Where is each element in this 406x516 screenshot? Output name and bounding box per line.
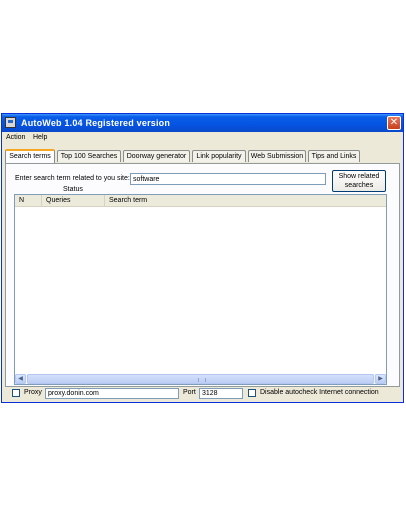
disable-autocheck-checkbox[interactable] xyxy=(248,389,256,397)
results-list[interactable]: N Queries Search term ◀ ▶ xyxy=(14,194,387,385)
tab-link-popularity[interactable]: Link popularity xyxy=(192,150,246,162)
port-label: Port xyxy=(183,389,196,396)
search-terms-panel: Enter search term related to you site: s… xyxy=(5,163,400,387)
column-search-term[interactable]: Search term xyxy=(105,195,386,206)
proxy-checkbox[interactable] xyxy=(12,389,20,397)
tab-tips-and-links[interactable]: Tips and Links xyxy=(308,150,360,162)
column-queries[interactable]: Queries xyxy=(42,195,105,206)
menu-bar: Action Help xyxy=(2,132,403,145)
show-related-line1: Show related xyxy=(338,173,380,180)
title-bar[interactable]: AutoWeb 1.04 Registered version ✕ xyxy=(2,114,403,132)
app-window: AutoWeb 1.04 Registered version ✕ Action… xyxy=(1,113,404,403)
horizontal-scrollbar[interactable]: ◀ ▶ xyxy=(15,374,386,384)
window-title: AutoWeb 1.04 Registered version xyxy=(21,118,171,128)
menu-action[interactable]: Action xyxy=(6,134,25,141)
proxy-label: Proxy xyxy=(24,389,42,396)
tab-web-submission[interactable]: Web Submission xyxy=(248,150,306,162)
scroll-left-icon[interactable]: ◀ xyxy=(15,374,26,384)
tab-doorway-generator[interactable]: Doorway generator xyxy=(123,150,190,162)
list-header: N Queries Search term xyxy=(15,195,386,207)
proxy-bar: Proxy proxy.donin.com Port 3128 Disable … xyxy=(2,387,403,401)
grip-icon xyxy=(198,378,206,382)
show-related-line2: searches xyxy=(344,182,374,189)
show-related-searches-button[interactable]: Show related searches xyxy=(332,170,386,192)
search-term-input[interactable]: software xyxy=(130,173,326,185)
search-prompt-label: Enter search term related to you site: xyxy=(15,175,130,182)
menu-help[interactable]: Help xyxy=(33,134,47,141)
scroll-thumb[interactable] xyxy=(27,374,374,384)
column-n[interactable]: N xyxy=(15,195,42,206)
app-window-icon[interactable] xyxy=(5,117,16,128)
proxy-host-input[interactable]: proxy.donin.com xyxy=(45,388,179,399)
close-icon[interactable]: ✕ xyxy=(387,116,401,130)
tab-search-terms[interactable]: Search terms xyxy=(5,149,55,163)
disable-autocheck-label: Disable autocheck Internet connection xyxy=(260,389,379,396)
scroll-right-icon[interactable]: ▶ xyxy=(375,374,386,384)
status-label: Status xyxy=(63,186,83,193)
tab-top-100-searches[interactable]: Top 100 Searches xyxy=(57,150,121,162)
port-input[interactable]: 3128 xyxy=(199,388,243,399)
